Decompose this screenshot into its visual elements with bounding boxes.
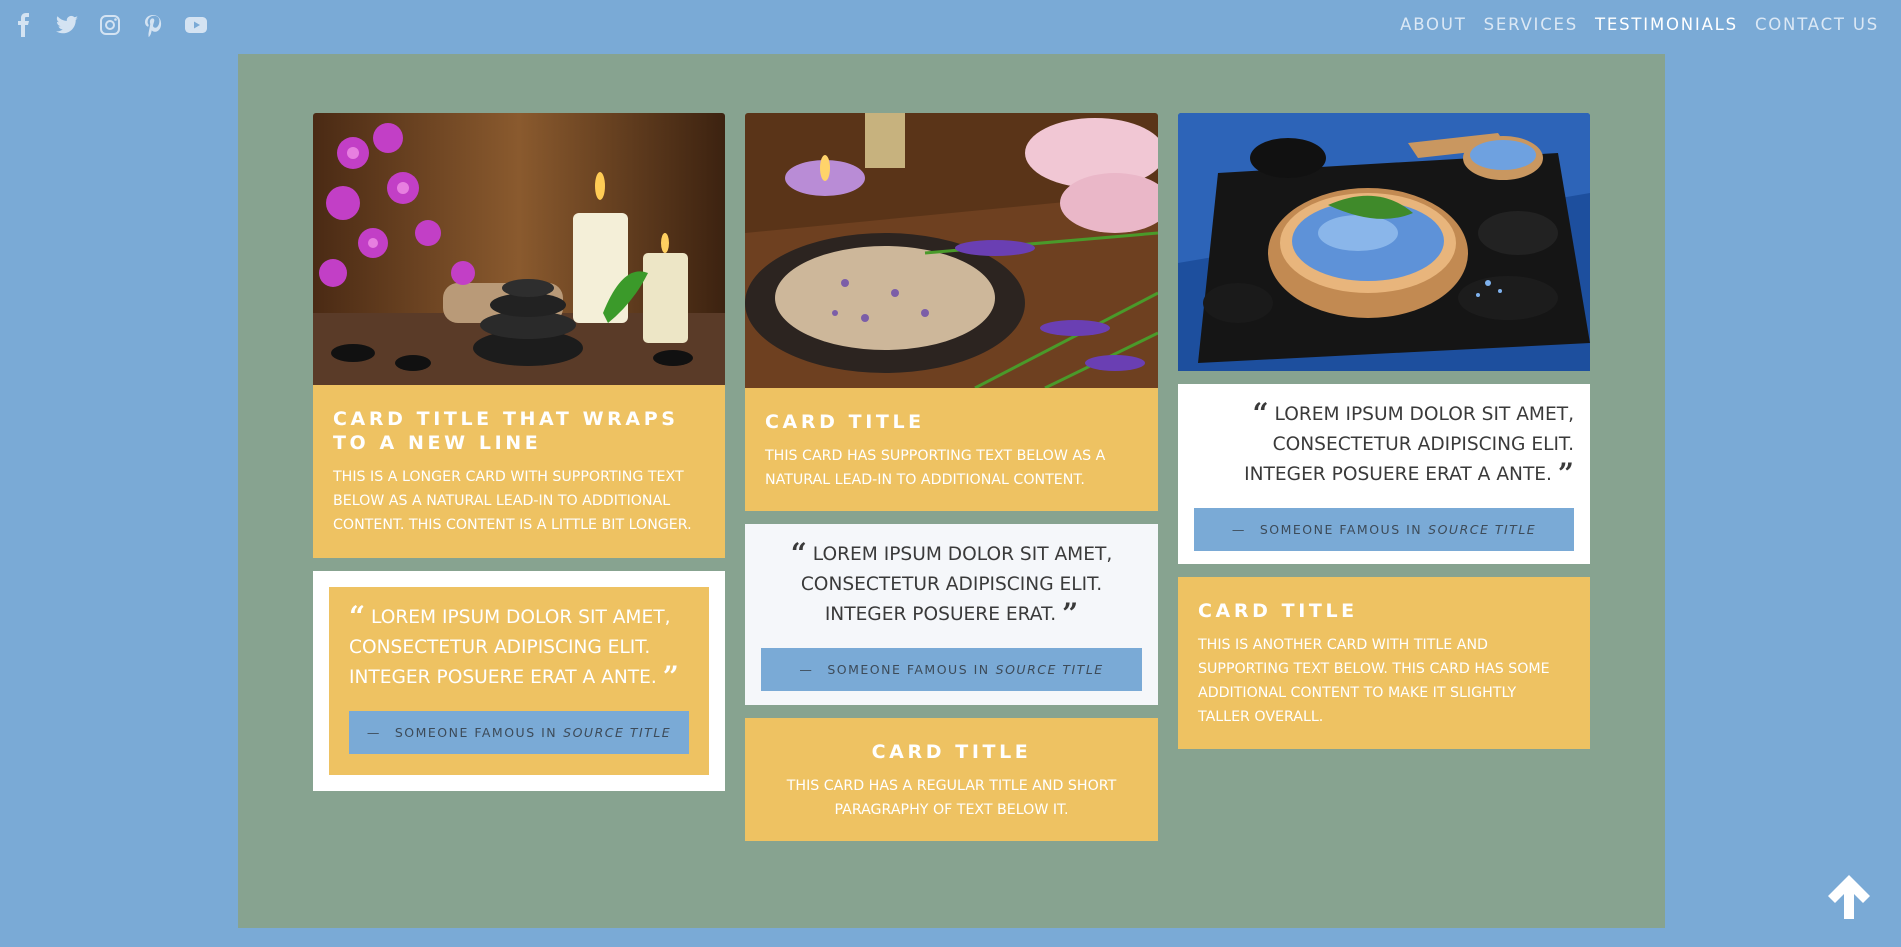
youtube-icon[interactable]	[184, 13, 208, 37]
scroll-to-top-arrow-icon[interactable]	[1824, 872, 1874, 922]
source-title: SOURCE TITLE	[995, 662, 1104, 677]
nav-services[interactable]: SERVICES	[1484, 15, 1578, 34]
open-quote-icon: “	[1252, 397, 1269, 430]
close-quote-icon: ”	[1557, 457, 1574, 490]
card-text: THIS CARD HAS SUPPORTING TEXT BELOW AS A…	[765, 448, 1106, 488]
close-quote-icon: ”	[1062, 597, 1079, 630]
spa-lavender-salt-image	[745, 113, 1158, 388]
nav-about[interactable]: ABOUT	[1400, 15, 1466, 34]
main-nav: ABOUT SERVICES TESTIMONIALS CONTACT US	[1400, 15, 1879, 34]
card-text: THIS IS A LONGER CARD WITH SUPPORTING TE…	[333, 469, 692, 533]
card-title: CARD TITLE	[871, 741, 1032, 763]
testimonial-card-1: “ LOREM IPSUM DOLOR SIT AMET, CONSECTETU…	[313, 571, 725, 791]
spa-blue-salt-image	[1178, 113, 1590, 371]
source-title: SOURCE TITLE	[563, 725, 672, 740]
facebook-icon[interactable]	[12, 13, 36, 37]
card-title: CARD TITLE THAT WRAPS TO A NEW LINE	[333, 408, 679, 454]
quote-footer: — SOMEONE FAMOUS IN SOURCE TITLE	[1194, 508, 1574, 551]
social-links	[12, 13, 208, 37]
nav-testimonials[interactable]: TESTIMONIALS	[1595, 15, 1738, 34]
card-title: CARD TITLE	[765, 411, 925, 433]
card-title: CARD TITLE	[1198, 600, 1358, 622]
twitter-icon[interactable]	[55, 13, 79, 37]
pinterest-icon[interactable]	[141, 13, 165, 37]
card-text: THIS CARD HAS A REGULAR TITLE AND SHORT …	[786, 778, 1117, 818]
source-title: SOURCE TITLE	[1428, 522, 1537, 537]
card-title-wraps: CARD TITLE THAT WRAPS TO A NEW LINE THIS…	[313, 385, 725, 558]
testimonial-card-3: “ LOREM IPSUM DOLOR SIT AMET, CONSECTETU…	[1178, 384, 1590, 564]
spa-orchids-candles-image	[313, 113, 725, 385]
quote-text: “ LOREM IPSUM DOLOR SIT AMET, CONSECTETU…	[1244, 397, 1574, 490]
card-title-4: CARD TITLE THIS IS ANOTHER CARD WITH TIT…	[1178, 577, 1590, 749]
nav-contact-us[interactable]: CONTACT US	[1755, 15, 1879, 34]
quote-text: “ LOREM IPSUM DOLOR SIT AMET, CONSECTETU…	[790, 537, 1113, 630]
card-text: THIS IS ANOTHER CARD WITH TITLE AND SUPP…	[1198, 637, 1550, 725]
quote-text: “ LOREM IPSUM DOLOR SIT AMET, CONSECTETU…	[349, 600, 679, 693]
testimonial-card-2: “ LOREM IPSUM DOLOR SIT AMET, CONSECTETU…	[745, 524, 1158, 705]
testimonial-body: “ LOREM IPSUM DOLOR SIT AMET, CONSECTETU…	[329, 587, 709, 775]
quote-footer: — SOMEONE FAMOUS IN SOURCE TITLE	[349, 711, 689, 754]
instagram-icon[interactable]	[98, 13, 122, 37]
card-title-3: CARD TITLE THIS CARD HAS A REGULAR TITLE…	[745, 718, 1158, 841]
open-quote-icon: “	[349, 600, 366, 633]
quote-footer: — SOMEONE FAMOUS IN SOURCE TITLE	[761, 648, 1142, 691]
open-quote-icon: “	[790, 537, 807, 570]
top-bar: ABOUT SERVICES TESTIMONIALS CONTACT US	[0, 0, 1901, 50]
card-title-2: CARD TITLE THIS CARD HAS SUPPORTING TEXT…	[745, 388, 1158, 511]
close-quote-icon: ”	[662, 660, 679, 693]
